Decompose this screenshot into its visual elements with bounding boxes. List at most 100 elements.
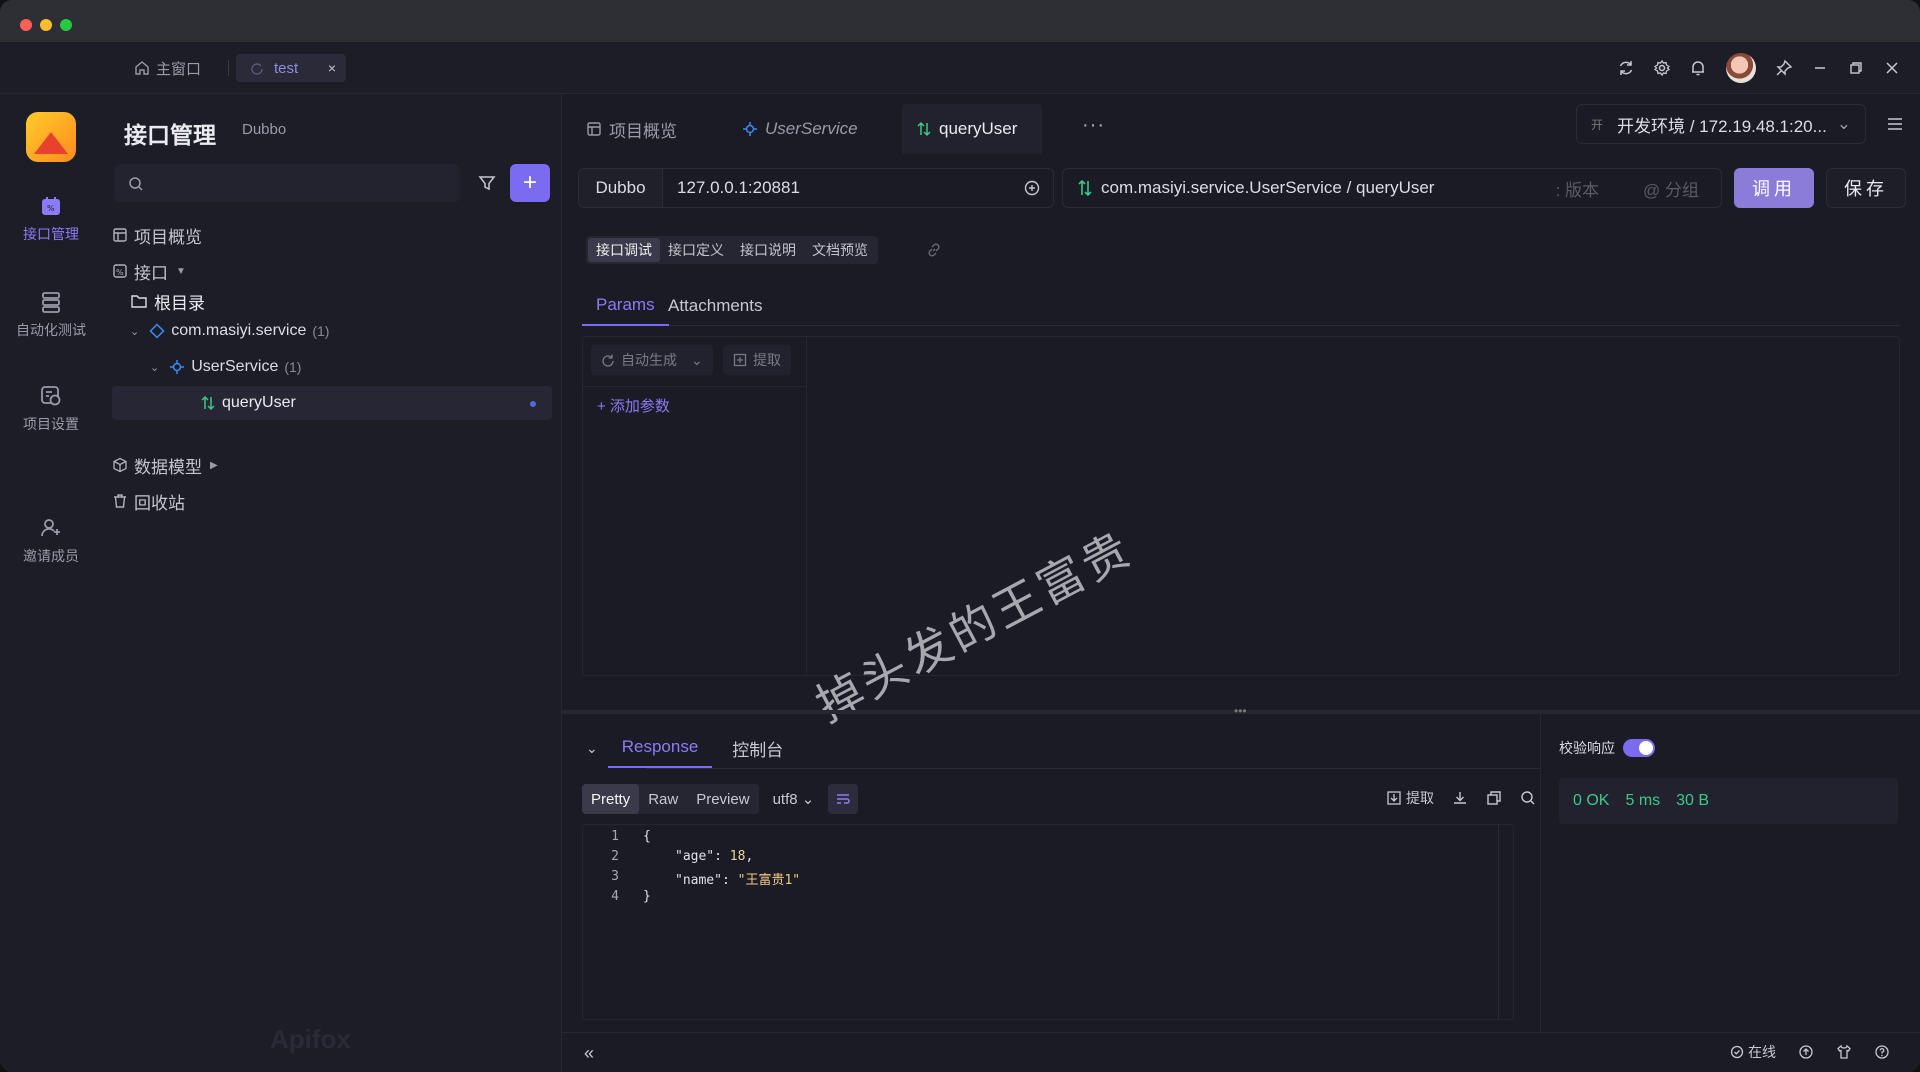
rail-item-label: 自动化测试 xyxy=(16,322,86,338)
tab-attachments[interactable]: Attachments xyxy=(654,286,777,326)
trash-icon xyxy=(112,493,128,509)
response-body[interactable]: 1 { 2 "age": 18, 3 "name": "王富贵1" 4 } xyxy=(582,824,1514,1020)
method-arrows-icon xyxy=(1078,179,1092,197)
tab-test-label: test xyxy=(274,59,299,77)
response-panel: ⌄ Response 控制台 Pretty Raw Preview utf8 ⌄… xyxy=(562,714,1540,1032)
rail-item-api-management[interactable]: % 接口管理 xyxy=(0,194,102,244)
tree-item-label: 根目录 xyxy=(154,293,205,313)
search-input[interactable] xyxy=(114,164,460,202)
tree-item-data-model[interactable]: 数据模型 ▶ xyxy=(112,448,552,482)
format-preview[interactable]: Preview xyxy=(687,784,758,814)
response-time: 5 ms xyxy=(1625,792,1661,809)
filter-button[interactable] xyxy=(470,166,504,200)
environment-select[interactable]: 开 开发环境 / 172.19.48.1:20... ⌄ xyxy=(1576,104,1866,144)
collapse-response-icon[interactable]: ⌄ xyxy=(586,740,598,757)
copy-icon[interactable] xyxy=(1486,790,1502,806)
chevron-down-icon: ⌄ xyxy=(1836,114,1851,133)
format-pretty[interactable]: Pretty xyxy=(582,784,640,814)
minimize-icon[interactable] xyxy=(1802,52,1838,84)
tree-item-root[interactable]: 根目录 xyxy=(130,284,552,318)
encoding-select[interactable]: utf8 ⌄ xyxy=(773,790,815,808)
extract-label: 提取 xyxy=(1406,790,1434,806)
minimize-window-button[interactable] xyxy=(40,19,52,31)
extract-button[interactable]: 提取 xyxy=(723,345,791,375)
extract-button[interactable]: 提取 xyxy=(1386,788,1434,808)
response-status-panel: 校验响应 0 OK 5 ms 30 B xyxy=(1540,714,1920,1032)
download-icon[interactable] xyxy=(1452,790,1468,806)
shirt-icon[interactable] xyxy=(1836,1044,1852,1060)
tab-console[interactable]: 控制台 xyxy=(718,728,797,768)
tree-item-count: (1) xyxy=(284,359,302,375)
upload-icon[interactable] xyxy=(1798,1044,1814,1060)
tree-item-label: com.masiyi.service xyxy=(171,322,307,339)
response-tools: 提取 xyxy=(1386,788,1536,808)
rail-item-label: 邀请成员 xyxy=(23,548,79,564)
add-param-button[interactable]: + 添加参数 xyxy=(597,395,670,416)
tab-home[interactable]: 主窗口 xyxy=(134,54,201,82)
tree-item-recycle[interactable]: 回收站 xyxy=(112,484,552,518)
tab-definition[interactable]: 接口定义 xyxy=(660,238,732,262)
restore-icon[interactable] xyxy=(1838,52,1874,84)
sync-icon[interactable] xyxy=(1608,52,1644,84)
add-circle-icon[interactable] xyxy=(1023,179,1041,197)
tree-item-service[interactable]: ⌄ UserService (1) xyxy=(150,350,552,384)
tab-response[interactable]: Response xyxy=(607,728,713,768)
add-button[interactable]: + xyxy=(510,164,550,202)
tab-debug[interactable]: 接口调试 xyxy=(588,238,660,262)
close-icon[interactable] xyxy=(1874,52,1910,84)
tab-label: 项目概览 xyxy=(609,121,677,141)
env-badge: 开 xyxy=(1591,117,1604,132)
menu-icon[interactable] xyxy=(1886,116,1904,137)
api-icon: % xyxy=(42,197,60,215)
verify-toggle[interactable] xyxy=(1623,739,1655,757)
link-icon[interactable] xyxy=(926,242,942,263)
watermark-text: 掉头发的王富贵 xyxy=(807,520,1142,733)
more-tabs-button[interactable]: ··· xyxy=(1082,114,1105,137)
wrap-lines-button[interactable] xyxy=(828,784,859,814)
save-button[interactable]: 保存 xyxy=(1826,168,1906,208)
collapse-sidebar-button[interactable]: « xyxy=(584,1043,594,1064)
avatar[interactable] xyxy=(1726,53,1756,83)
address-input[interactable]: 127.0.0.1:20881 xyxy=(677,178,800,198)
online-status[interactable]: 在线 xyxy=(1730,1042,1776,1062)
tab-test[interactable]: test × xyxy=(236,54,346,82)
tree-item-api[interactable]: % 接口 ▼ xyxy=(112,254,552,288)
auto-generate-button[interactable]: 自动生成 ⌄ xyxy=(591,345,713,375)
response-tabs: ⌄ Response 控制台 xyxy=(586,728,797,768)
tree-item-overview[interactable]: 项目概览 xyxy=(112,218,552,252)
caret-right-icon: ▶ xyxy=(210,459,218,471)
tab-description[interactable]: 接口说明 xyxy=(732,238,804,262)
format-raw[interactable]: Raw xyxy=(639,784,687,814)
cube-icon xyxy=(112,457,128,473)
service-path-field[interactable]: com.masiyi.service.UserService / queryUs… xyxy=(1062,168,1722,208)
check-circle-icon xyxy=(1730,1045,1744,1059)
scrollbar[interactable] xyxy=(1498,825,1499,1019)
tree-item-method[interactable]: queryUser xyxy=(112,386,552,420)
tab-queryuser[interactable]: queryUser xyxy=(902,104,1042,154)
close-tab-icon[interactable]: × xyxy=(328,60,336,76)
version-input[interactable]: : 版本 xyxy=(1556,176,1599,201)
close-window-button[interactable] xyxy=(20,19,32,31)
titlebar-actions xyxy=(1608,52,1910,84)
app-window: 主窗口 test × % 接口管理 自动化测试 项目设置 邀请成员 接口管理 D… xyxy=(0,0,1920,1072)
group-input[interactable]: @ 分组 xyxy=(1643,176,1699,201)
tree-item-package[interactable]: ⌄ com.masiyi.service (1) xyxy=(130,314,552,348)
tab-doc-preview[interactable]: 文档预览 xyxy=(804,238,876,262)
pin-icon[interactable] xyxy=(1766,52,1802,84)
unsaved-dot xyxy=(530,401,536,407)
address-bar: Dubbo 127.0.0.1:20881 xyxy=(578,168,1054,208)
search-icon[interactable] xyxy=(1520,790,1536,806)
zoom-window-button[interactable] xyxy=(60,19,72,31)
bell-icon[interactable] xyxy=(1680,52,1716,84)
tree-item-label: 数据模型 xyxy=(134,457,202,477)
rail-item-automation[interactable]: 自动化测试 xyxy=(0,290,102,340)
svg-text:%: % xyxy=(116,268,124,277)
help-icon[interactable] xyxy=(1874,1044,1890,1060)
invoke-button[interactable]: 调用 xyxy=(1734,168,1814,208)
rail-item-project-settings[interactable]: 项目设置 xyxy=(0,384,102,434)
tab-userservice[interactable]: UserService xyxy=(742,104,858,154)
tab-overview[interactable]: 项目概览 xyxy=(586,104,677,154)
extract-icon xyxy=(733,353,747,367)
rail-item-invite[interactable]: 邀请成员 xyxy=(0,516,102,566)
gear-icon[interactable] xyxy=(1644,52,1680,84)
